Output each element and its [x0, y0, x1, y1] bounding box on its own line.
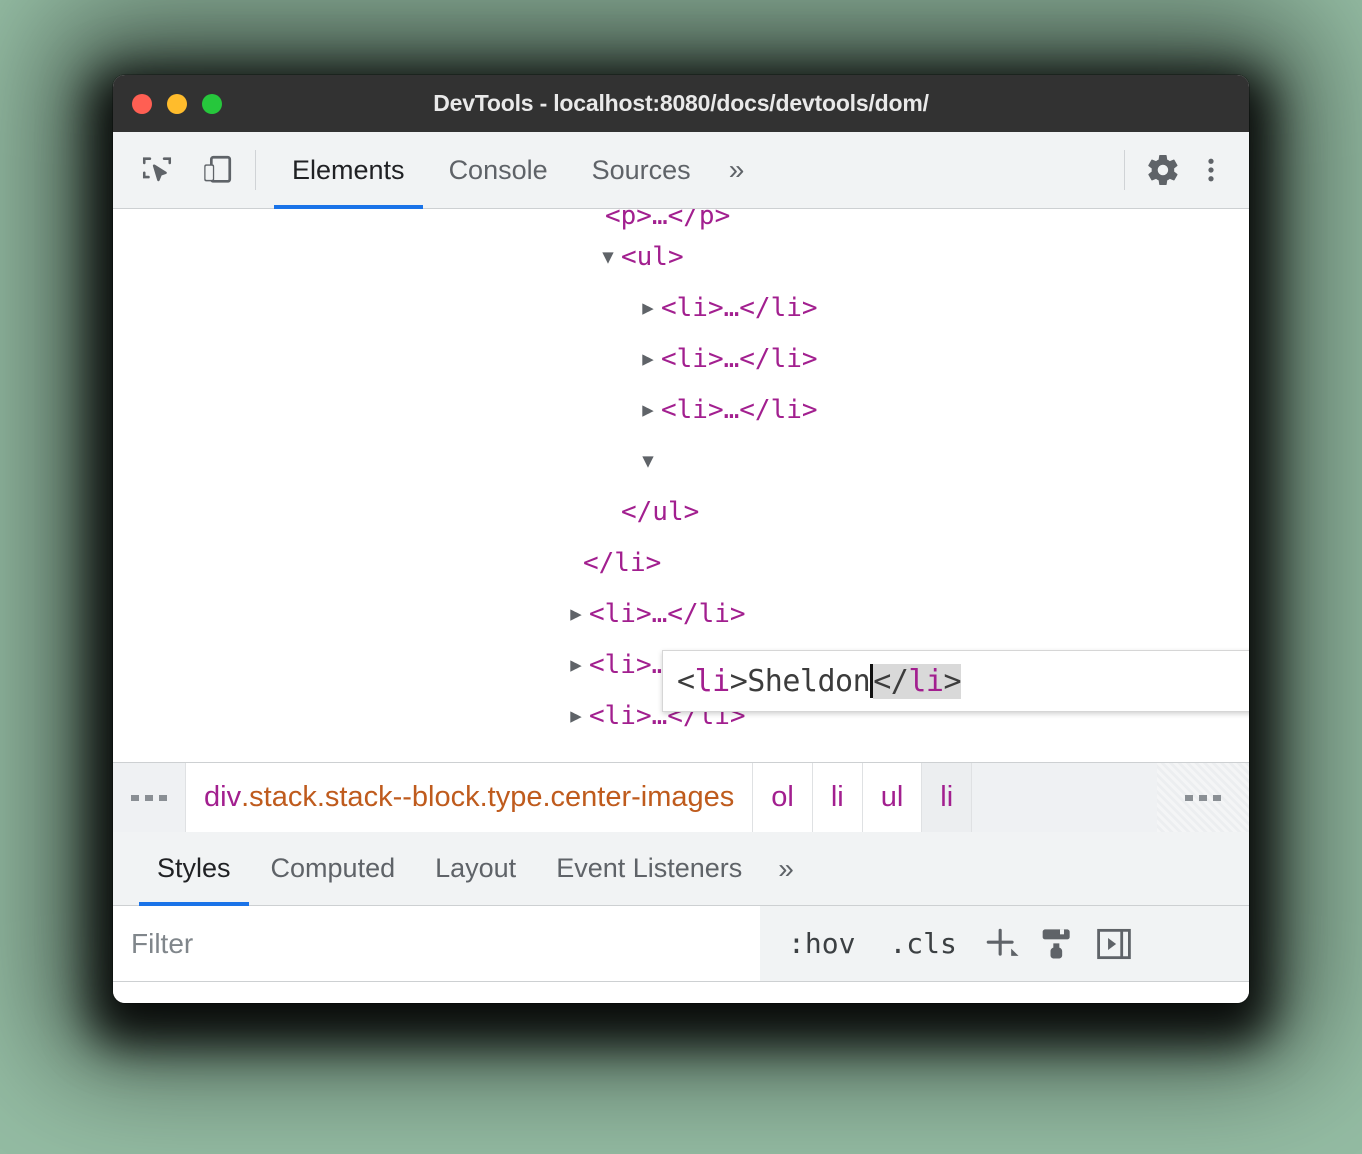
dom-node-li-4[interactable]: ▶ <li>…</li>: [113, 588, 1249, 639]
editor-open-bracket: <: [677, 663, 695, 699]
dom-node-li-3[interactable]: ▶ <li>…</li>: [113, 384, 1249, 435]
editor-close-bracket: >: [729, 663, 748, 699]
breadcrumb-overflow-right[interactable]: [1157, 763, 1249, 832]
tab-layout[interactable]: Layout: [415, 832, 536, 905]
toolbar-right-group: [1110, 146, 1249, 194]
disclosure-triangle-icon[interactable]: ▶: [563, 705, 589, 727]
dom-node-label: <li>…</li>: [661, 394, 818, 425]
dom-node-label: <li>…</li>: [661, 292, 818, 323]
dom-node-p[interactable]: <p>…</p>: [113, 209, 1249, 231]
breadcrumb-item-li-selected[interactable]: li: [922, 763, 973, 832]
panel-tab-strip: Elements Console Sources »: [270, 132, 761, 209]
breadcrumb-item-div[interactable]: div .stack.stack--block.type.center-image…: [186, 763, 754, 832]
breadcrumb-item-ol[interactable]: ol: [753, 763, 813, 832]
breadcrumb-tag: ol: [771, 781, 794, 813]
dom-node-label: <li>…</li>: [661, 343, 818, 374]
inline-html-editor[interactable]: < li > Sheldon </li>: [662, 650, 1249, 712]
tab-elements[interactable]: Elements: [270, 132, 427, 209]
dom-node-li-close[interactable]: </li>: [113, 537, 1249, 588]
breadcrumb-overflow-left[interactable]: [113, 763, 186, 832]
filter-bar-actions: :hov .cls: [774, 919, 1139, 969]
styles-rules-body: [113, 982, 1249, 1003]
disclosure-triangle-icon[interactable]: ▼: [595, 246, 621, 268]
breadcrumb-classes: .stack.stack--block.type.center-images: [241, 781, 735, 813]
close-button[interactable]: [132, 93, 152, 114]
dom-node-li-1[interactable]: ▶ <li>…</li>: [113, 282, 1249, 333]
styles-pane-tab-strip: Styles Computed Layout Event Listeners »: [113, 832, 1249, 906]
breadcrumb-tag: ul: [880, 781, 904, 813]
gear-icon[interactable]: [1139, 146, 1187, 194]
disclosure-triangle-icon[interactable]: ▼: [635, 450, 661, 472]
dom-tree-panel[interactable]: <p>…</p> ▼ <ul> ▶ <li>…</li> ▶ <li>…</li…: [113, 209, 1249, 762]
editor-open-tag: li: [694, 663, 731, 699]
toggle-element-classes-button[interactable]: .cls: [875, 927, 970, 960]
tab-sources[interactable]: Sources: [570, 132, 713, 208]
window-titlebar: DevTools - localhost:8080/docs/devtools/…: [113, 75, 1249, 132]
ellipsis-icon: [131, 794, 167, 801]
inspect-element-icon[interactable]: [133, 146, 181, 194]
editor-text-value[interactable]: Sheldon: [747, 664, 870, 699]
more-styles-tabs-chevron-icon[interactable]: »: [762, 853, 810, 885]
device-toolbar-icon[interactable]: [193, 146, 241, 194]
breadcrumb-tag: li: [830, 781, 844, 813]
disclosure-triangle-icon[interactable]: ▶: [635, 399, 661, 421]
dom-node-label: </li>: [583, 547, 662, 578]
styles-filter-bar: :hov .cls: [113, 906, 1249, 982]
filter-input[interactable]: [113, 906, 760, 981]
disclosure-triangle-icon[interactable]: ▶: [563, 654, 589, 676]
collapse-panel-icon[interactable]: [1089, 919, 1139, 969]
dom-node-label: <li>…</li>: [589, 598, 746, 629]
more-vertical-icon[interactable]: [1187, 146, 1235, 194]
breadcrumb-item-ul[interactable]: ul: [862, 763, 923, 832]
dom-node-li-editing[interactable]: ▼: [113, 435, 1249, 486]
window-title: DevTools - localhost:8080/docs/devtools/…: [433, 90, 929, 116]
tab-computed[interactable]: Computed: [251, 832, 416, 905]
devtools-window: DevTools - localhost:8080/docs/devtools/…: [113, 75, 1249, 1003]
traffic-light-group: [132, 93, 222, 114]
toolbar-divider-right: [1124, 150, 1125, 190]
dom-node-ul-open[interactable]: ▼ <ul>: [113, 231, 1249, 282]
ellipsis-icon: [1185, 794, 1221, 801]
toggle-pseudo-states-button[interactable]: :hov: [774, 927, 869, 960]
plus-icon[interactable]: [977, 919, 1027, 969]
disclosure-triangle-icon[interactable]: ▶: [635, 348, 661, 370]
tab-event-listeners[interactable]: Event Listeners: [536, 832, 762, 905]
tab-console[interactable]: Console: [427, 132, 570, 208]
toolbar-divider: [255, 150, 256, 190]
paintbrush-icon[interactable]: [1033, 919, 1083, 969]
tab-styles[interactable]: Styles: [137, 832, 251, 906]
dom-node-label: <ul>: [621, 241, 684, 272]
zoom-button[interactable]: [202, 93, 222, 114]
breadcrumb-tag: div: [204, 781, 242, 813]
disclosure-triangle-icon[interactable]: ▶: [563, 603, 589, 625]
dom-node-li-2[interactable]: ▶ <li>…</li>: [113, 333, 1249, 384]
editor-selected-closing-tag[interactable]: </li>: [873, 663, 961, 699]
more-tabs-chevron-icon[interactable]: »: [713, 154, 761, 186]
devtools-toolbar: Elements Console Sources »: [113, 132, 1249, 209]
dom-node-label: </ul>: [621, 496, 700, 527]
dom-node-label: <p>…</p>: [605, 209, 731, 231]
dom-breadcrumb: div .stack.stack--block.type.center-image…: [113, 762, 1249, 832]
breadcrumb-tag: li: [940, 781, 954, 813]
breadcrumb-item-li-outer[interactable]: li: [812, 763, 863, 832]
dom-node-ul-close[interactable]: </ul>: [113, 486, 1249, 537]
minimize-button[interactable]: [167, 93, 187, 114]
disclosure-triangle-icon[interactable]: ▶: [635, 297, 661, 319]
